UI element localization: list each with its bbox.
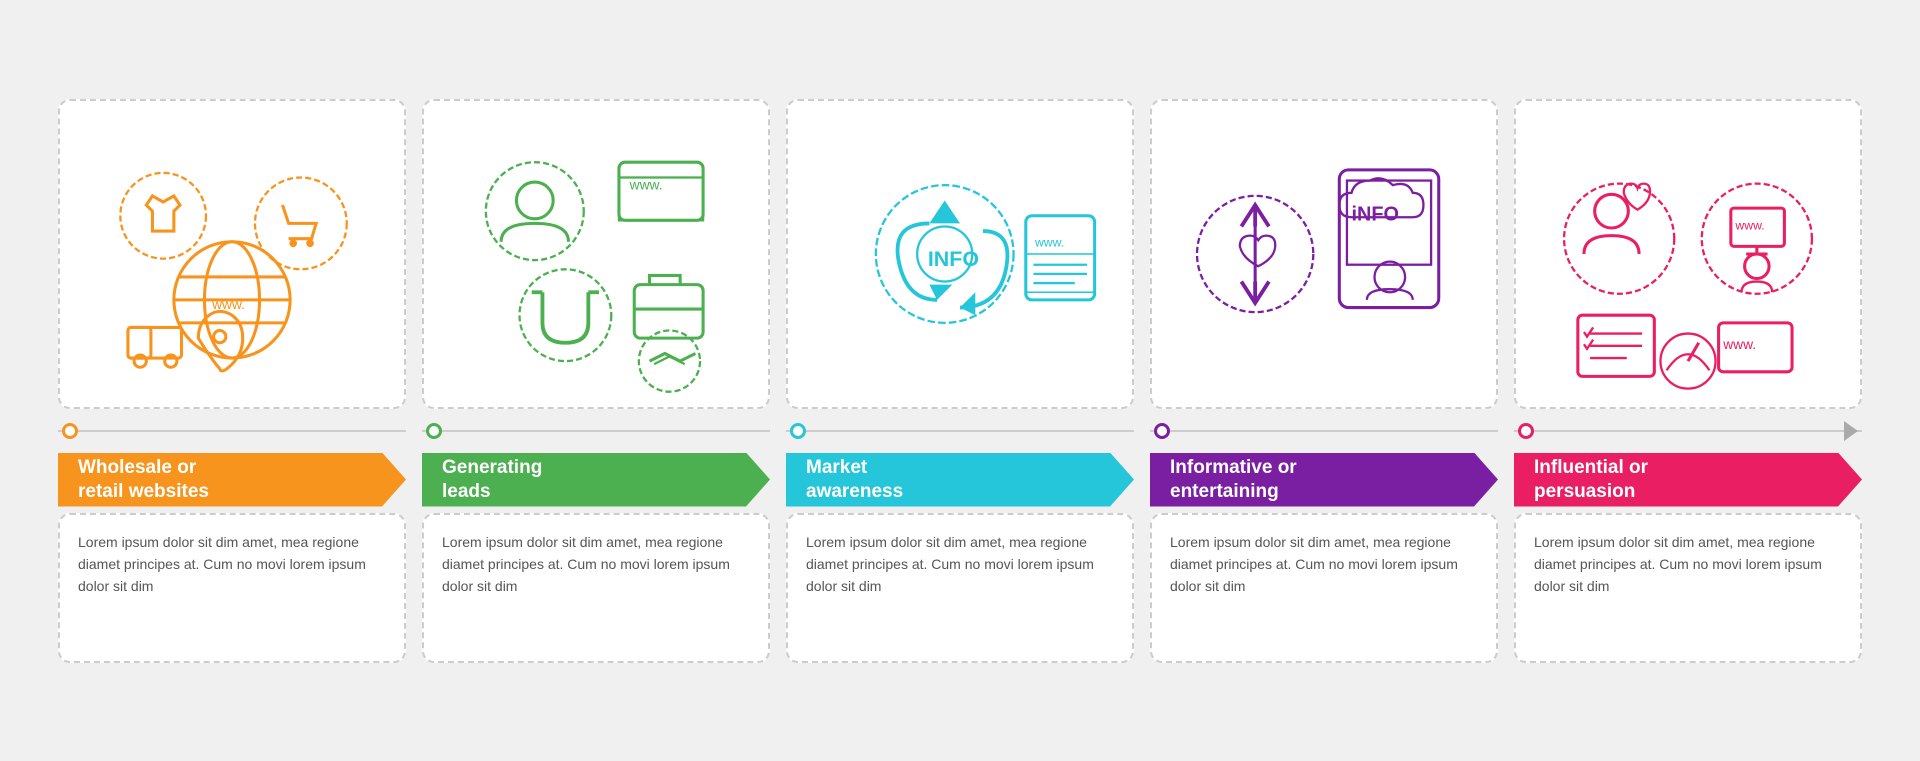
- column-5: www. www.: [1506, 99, 1870, 663]
- icon-informative: iNFO: [1152, 101, 1496, 407]
- svg-text:www.: www.: [1734, 218, 1764, 232]
- infographic: www.: [50, 99, 1870, 663]
- lower-card-1: Lorem ipsum dolor sit dim amet, mea regi…: [58, 513, 406, 663]
- icon-awareness: INFO www.: [788, 101, 1132, 407]
- svg-text:www.: www.: [1034, 235, 1064, 249]
- column-1: www.: [50, 99, 414, 663]
- column-4: iNFO: [1142, 99, 1506, 663]
- svg-text:www.: www.: [1722, 336, 1756, 351]
- timeline-dot-3: [790, 423, 806, 439]
- icon-influential: www. www.: [1516, 101, 1860, 407]
- timeline-dot-5: [1518, 423, 1534, 439]
- upper-card-3: INFO www.: [786, 99, 1134, 409]
- arrow-label-1: Wholesale or retail websites: [58, 453, 406, 507]
- svg-text:www.: www.: [211, 297, 245, 312]
- svg-text:iNFO: iNFO: [1352, 203, 1399, 225]
- arrow-label-5: Influential or persuasion: [1514, 453, 1862, 507]
- timeline-dot-4: [1154, 423, 1170, 439]
- icon-leads: www.: [424, 101, 768, 407]
- upper-card-2: www.: [422, 99, 770, 409]
- lower-card-2: Lorem ipsum dolor sit dim amet, mea regi…: [422, 513, 770, 663]
- arrow-label-4: Informative or entertaining: [1150, 453, 1498, 507]
- main-content: www.: [50, 99, 1870, 663]
- lower-card-4: Lorem ipsum dolor sit dim amet, mea regi…: [1150, 513, 1498, 663]
- upper-card-1: www.: [58, 99, 406, 409]
- svg-text:www.: www.: [629, 177, 663, 192]
- upper-card-5: www. www.: [1514, 99, 1862, 409]
- upper-card-4: iNFO: [1150, 99, 1498, 409]
- timeline-arrow-end: [1844, 421, 1858, 441]
- lower-card-5: Lorem ipsum dolor sit dim amet, mea regi…: [1514, 513, 1862, 663]
- icon-wholesale: www.: [60, 101, 404, 407]
- timeline-dot-2: [426, 423, 442, 439]
- column-2: www.: [414, 99, 778, 663]
- arrow-label-3: Market awareness: [786, 453, 1134, 507]
- lower-card-3: Lorem ipsum dolor sit dim amet, mea regi…: [786, 513, 1134, 663]
- timeline-dot-1: [62, 423, 78, 439]
- column-3: INFO www. Market awareness: [778, 99, 1142, 663]
- arrow-label-2: Generating leads: [422, 453, 770, 507]
